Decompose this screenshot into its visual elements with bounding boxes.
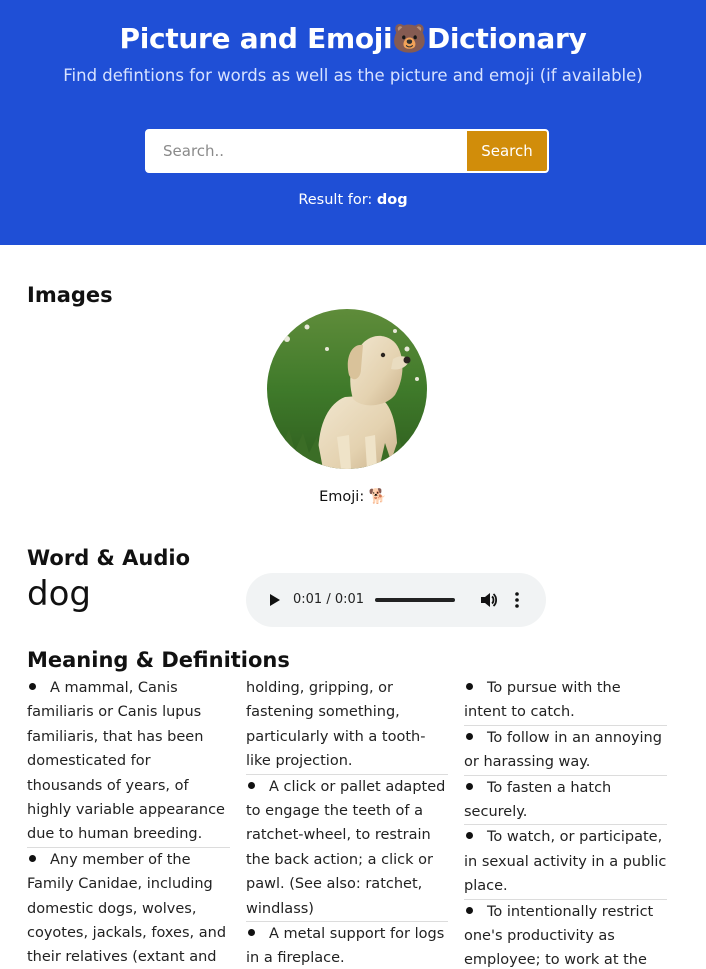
search-input[interactable] bbox=[147, 131, 467, 171]
page-title: Picture and Emoji🐻Dictionary bbox=[119, 22, 587, 55]
definitions-column-2: holding, gripping, or fastening somethin… bbox=[246, 676, 448, 969]
word-display: dog bbox=[27, 574, 91, 614]
search-bar: Search bbox=[145, 129, 549, 173]
result-line: Result for: dog bbox=[298, 192, 408, 208]
volume-icon[interactable] bbox=[478, 590, 498, 610]
definition-item: To pursue with the intent to catch. bbox=[464, 676, 667, 726]
definition-item: To follow in an annoying or harassing wa… bbox=[464, 726, 667, 776]
bullet-icon bbox=[29, 854, 36, 862]
page-subtitle: Find defintions for words as well as the… bbox=[63, 66, 643, 85]
audio-progress-bar[interactable] bbox=[375, 598, 455, 602]
definitions-column-1: A mammal, Canis familiaris or Canis lupu… bbox=[27, 676, 230, 969]
bullet-icon bbox=[248, 781, 255, 789]
definition-item: Any member of the Family Canidae, includ… bbox=[27, 848, 230, 969]
bullet-icon bbox=[466, 832, 473, 840]
dog-photo bbox=[267, 309, 427, 469]
bullet-icon bbox=[466, 782, 473, 790]
definition-item: To fasten a hatch securely. bbox=[464, 776, 667, 826]
audio-player: 0:01 / 0:01 bbox=[246, 573, 546, 627]
word-audio-heading: Word & Audio bbox=[27, 546, 191, 570]
bullet-icon bbox=[29, 683, 36, 690]
more-options-icon[interactable] bbox=[512, 590, 522, 610]
definition-item: A metal support for logs in a fireplace. bbox=[246, 922, 448, 969]
definition-item: holding, gripping, or fastening somethin… bbox=[246, 676, 448, 775]
emoji-line: Emoji: 🐕 bbox=[319, 489, 387, 505]
result-word: dog bbox=[376, 192, 408, 208]
dog-emoji-icon: 🐕 bbox=[368, 489, 387, 505]
definition-list: To pursue with the intent to catch. To f… bbox=[464, 676, 667, 969]
definitions-column-3: To pursue with the intent to catch. To f… bbox=[464, 676, 667, 969]
header-banner: Picture and Emoji🐻Dictionary Find defint… bbox=[0, 0, 706, 245]
definition-list: A mammal, Canis familiaris or Canis lupu… bbox=[27, 676, 230, 969]
bullet-icon bbox=[466, 732, 473, 740]
definition-item: To intentionally restrict one's producti… bbox=[464, 900, 667, 969]
definition-item: To watch, or participate, in sexual acti… bbox=[464, 825, 667, 900]
definitions-heading: Meaning & Definitions bbox=[27, 648, 290, 672]
bear-emoji-icon: 🐻 bbox=[392, 22, 427, 55]
definition-item: A mammal, Canis familiaris or Canis lupu… bbox=[27, 676, 230, 848]
bullet-icon bbox=[466, 683, 473, 690]
search-button[interactable]: Search bbox=[467, 131, 547, 171]
definition-list: holding, gripping, or fastening somethin… bbox=[246, 676, 448, 969]
bullet-icon bbox=[466, 906, 473, 914]
audio-time: 0:01 / 0:01 bbox=[293, 592, 365, 607]
play-icon[interactable] bbox=[266, 592, 282, 608]
definition-item: A click or pallet adapted to engage the … bbox=[246, 775, 448, 923]
images-heading: Images bbox=[27, 283, 113, 307]
bullet-icon bbox=[248, 929, 255, 937]
